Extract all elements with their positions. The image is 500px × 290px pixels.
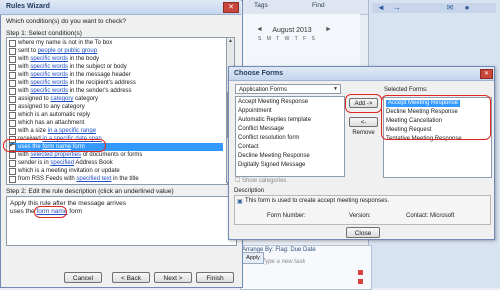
calendar-next-icon[interactable]: ► <box>325 26 332 33</box>
calendar-navigator <box>240 14 360 74</box>
condition-link[interactable]: people or public group <box>38 48 97 54</box>
rule-description-line: Apply this rule after the message arrive… <box>10 200 126 207</box>
chevron-down-icon[interactable]: ▼ <box>333 86 338 92</box>
checkbox[interactable] <box>9 168 16 175</box>
condition-link[interactable]: specific words <box>30 72 68 78</box>
finish-button[interactable]: Finish <box>196 272 234 283</box>
checkbox[interactable] <box>9 56 16 63</box>
checkbox[interactable] <box>9 120 16 127</box>
description-label: Description <box>234 188 265 194</box>
condition-link[interactable]: specific words <box>30 80 68 86</box>
condition-link[interactable]: specific words <box>30 88 68 94</box>
remove-form-button[interactable]: <- Remove <box>349 117 378 136</box>
checkbox[interactable] <box>9 152 16 159</box>
form-library-select[interactable]: Application Forms <box>235 84 341 94</box>
condition-link[interactable]: specific words <box>30 56 68 62</box>
version-label: Version: <box>349 213 371 219</box>
flag-icon[interactable] <box>358 279 363 284</box>
apply-button[interactable]: Apply <box>242 252 264 264</box>
checkbox[interactable] <box>9 176 16 183</box>
list-item[interactable]: Accept Meeting Response <box>238 99 308 106</box>
back-arrow-icon[interactable]: ◄ <box>376 4 386 12</box>
list-item[interactable]: Digitally Signed Message <box>238 162 305 169</box>
checkbox[interactable] <box>9 80 16 87</box>
ribbon-tab-tags[interactable]: Tags <box>254 2 268 9</box>
form-number-label: Form Number: <box>267 213 306 219</box>
choose-forms-title: Choose Forms <box>234 70 284 77</box>
new-task-input[interactable]: Type a new task <box>262 259 305 265</box>
checkbox[interactable] <box>9 112 16 119</box>
step1-label: Step 1: Select condition(s) <box>6 30 82 37</box>
reading-pane-toolbar <box>372 3 496 13</box>
list-item[interactable]: Conflict resolution form <box>238 135 299 142</box>
condition-link[interactable]: category <box>50 96 73 102</box>
condition-link[interactable]: selected properties <box>30 152 81 158</box>
condition-link[interactable]: specified <box>50 160 74 166</box>
annotation-circle <box>3 139 106 152</box>
mail-icon[interactable]: ✉ <box>445 4 455 12</box>
annotation-circle <box>381 95 491 140</box>
ribbon-tab-find[interactable]: Find <box>312 2 325 9</box>
list-item[interactable]: Decline Meeting Response <box>238 153 310 160</box>
checkbox[interactable] <box>9 48 16 55</box>
close-icon[interactable]: ✕ <box>480 69 493 79</box>
calendar-weekdays: S M T W T F S <box>258 36 316 42</box>
condition-link[interactable]: specified text <box>76 176 111 182</box>
checkbox[interactable] <box>9 104 16 111</box>
condition-link[interactable]: in a specific range <box>48 128 96 134</box>
back-button[interactable]: < Back <box>112 272 150 283</box>
step2-label: Step 2: Edit the rule description (click… <box>6 188 174 195</box>
forward-arrow-icon[interactable]: → <box>392 4 402 12</box>
available-forms-list[interactable]: Accept Meeting Response Appointment Auto… <box>235 96 345 177</box>
show-categories-checkbox[interactable]: ☐ Show categories <box>235 177 286 184</box>
list-item[interactable]: Conflict Message <box>238 126 284 133</box>
status-dot-icon[interactable]: ● <box>462 4 472 12</box>
conditions-question: Which condition(s) do you want to check? <box>6 18 126 25</box>
close-icon[interactable]: ✕ <box>223 2 239 13</box>
list-item[interactable]: Appointment <box>238 108 272 115</box>
list-item[interactable]: Automatic Replies template <box>238 117 311 124</box>
checkbox[interactable] <box>9 128 16 135</box>
selected-forms-label: Selected Forms: <box>384 87 428 93</box>
contact-label: Contact: Microsoft <box>406 213 455 219</box>
checkbox[interactable] <box>9 40 16 47</box>
choose-forms-dialog: Choose Forms ✕ Application Forms ▼ Accep… <box>228 66 495 240</box>
checkbox[interactable] <box>9 160 16 167</box>
checkbox[interactable] <box>9 88 16 95</box>
conditions-list[interactable]: where my name is not in the To box sent … <box>6 37 228 185</box>
annotation-circle <box>34 206 67 218</box>
flag-icon[interactable] <box>358 270 363 275</box>
checkbox[interactable] <box>9 72 16 79</box>
close-button[interactable]: Close <box>346 227 380 238</box>
info-icon: ▣ <box>237 199 243 205</box>
calendar-month: August 2013 <box>272 27 312 34</box>
cancel-button[interactable]: Cancel <box>64 272 102 283</box>
annotation-circle <box>345 94 382 113</box>
checkbox[interactable] <box>9 96 16 103</box>
scroll-up-icon[interactable]: ▲ <box>227 38 234 45</box>
list-item[interactable]: Contact <box>238 144 259 151</box>
checkbox[interactable] <box>9 64 16 71</box>
rules-wizard-title: Rules Wizard <box>6 3 50 10</box>
next-button[interactable]: Next > <box>154 272 192 283</box>
condition-link[interactable]: specific words <box>30 64 68 70</box>
description-text: This form is used to create accept meeti… <box>245 198 390 204</box>
